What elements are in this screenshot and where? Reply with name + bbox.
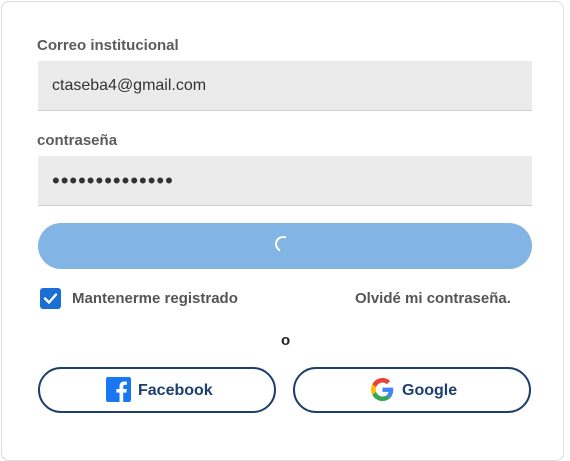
remember-label[interactable]: Mantenerme registrado — [72, 290, 238, 307]
password-field[interactable] — [38, 156, 532, 206]
google-icon — [371, 378, 394, 401]
login-submit-button[interactable] — [38, 223, 532, 269]
forgot-password-link[interactable]: Olvidé mi contraseña. — [355, 290, 511, 307]
facebook-label: Facebook — [138, 382, 213, 399]
remember-checkbox[interactable] — [40, 288, 61, 309]
facebook-login-button[interactable]: Facebook — [38, 367, 276, 413]
loading-spinner-icon — [272, 233, 294, 255]
or-separator: o — [281, 332, 291, 349]
password-label: contraseña — [37, 132, 118, 149]
email-field[interactable] — [38, 61, 532, 111]
google-label: Google — [402, 382, 458, 399]
google-login-button[interactable]: Google — [293, 367, 531, 413]
facebook-icon — [106, 377, 131, 402]
checkmark-icon — [43, 293, 58, 304]
email-label: Correo institucional — [37, 37, 179, 54]
